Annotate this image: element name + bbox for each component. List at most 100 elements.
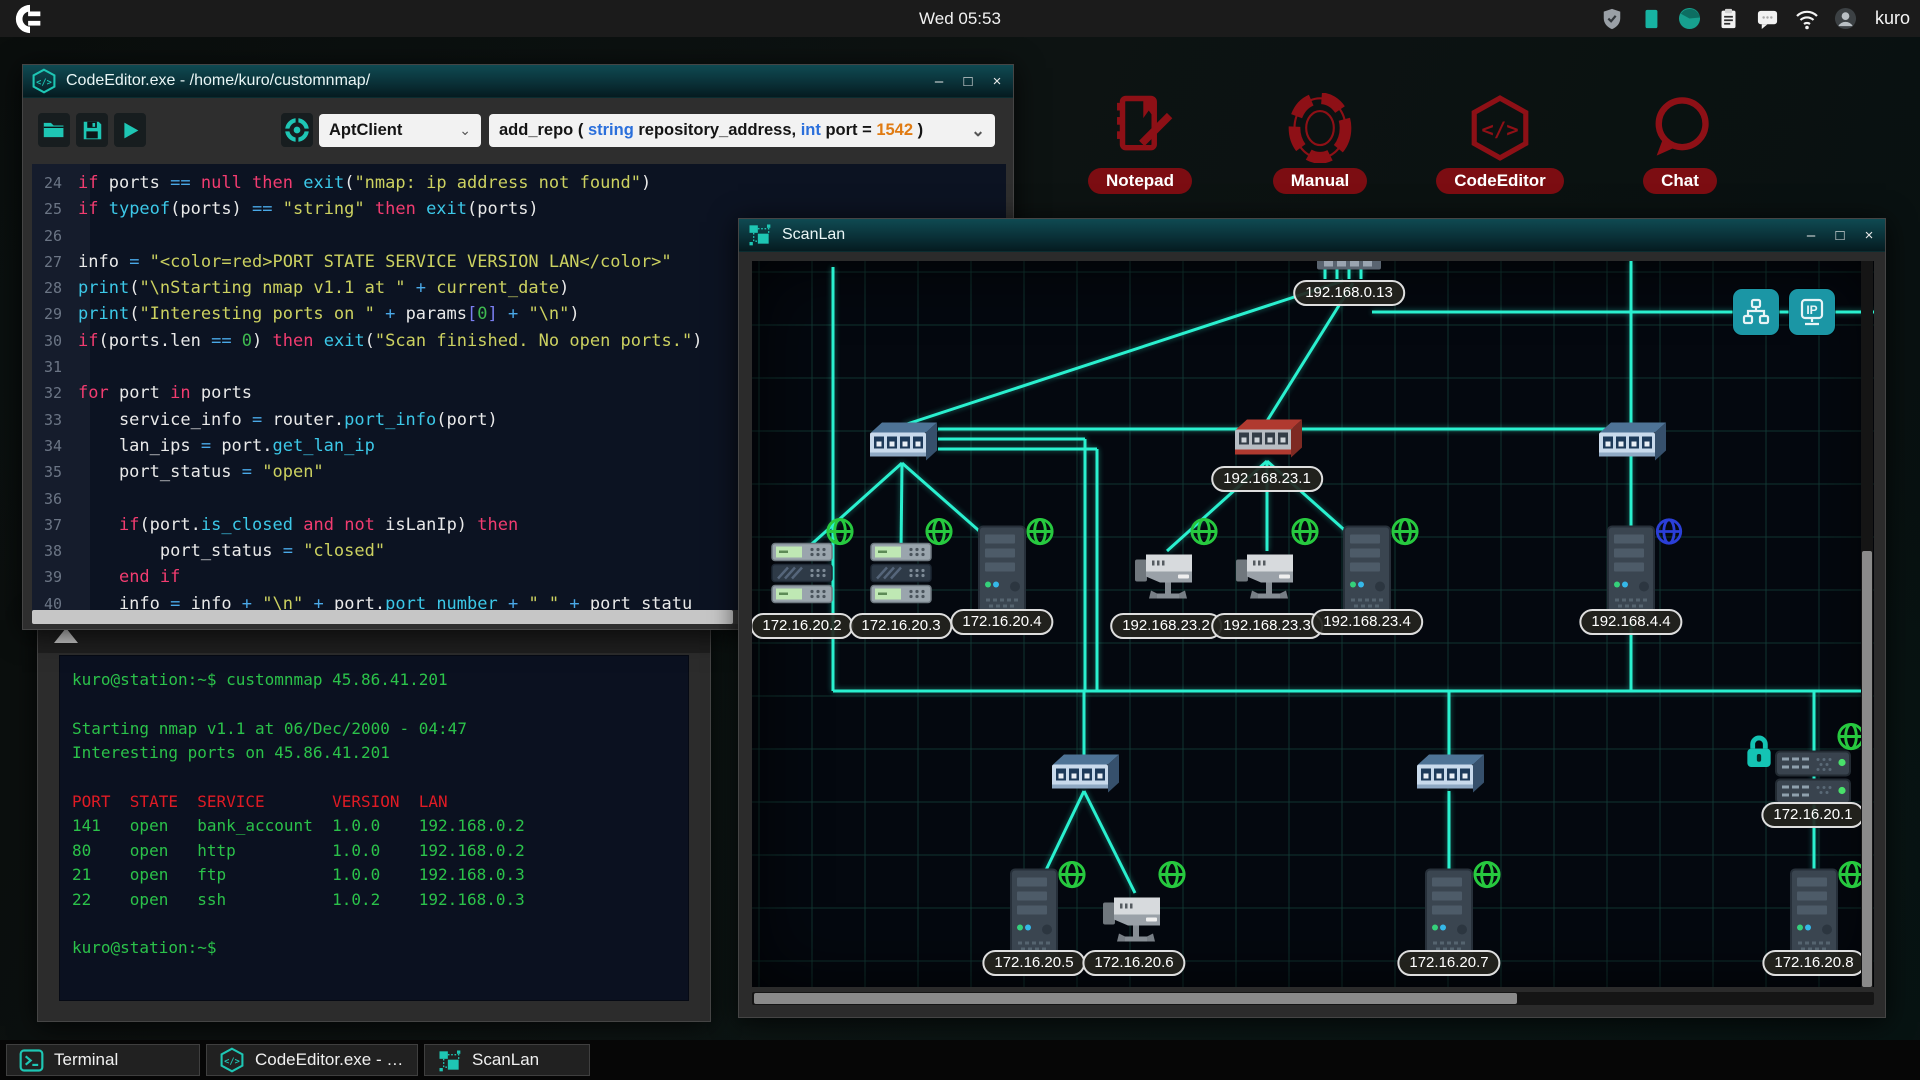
map-horizontal-scrollbar[interactable] — [752, 992, 1874, 1005]
node-ip-label: 172.16.20.1 — [1761, 802, 1864, 828]
wifi-icon[interactable] — [1795, 7, 1819, 31]
open-file-button[interactable] — [38, 113, 70, 147]
minimize-button[interactable]: – — [931, 73, 947, 90]
desktop-icon-label: Notepad — [1088, 168, 1192, 194]
internet-globe-icon — [924, 516, 955, 552]
map-node-172.16.20.6[interactable] — [1101, 886, 1167, 953]
minimize-button[interactable]: – — [1803, 227, 1819, 244]
map-node-192.168.23.1[interactable] — [1230, 417, 1304, 466]
node-ip-label: 172.16.20.6 — [1082, 950, 1185, 976]
clipboard-icon[interactable] — [1717, 7, 1741, 31]
editor-window-title: CodeEditor.exe - /home/kuro/customnmap/ — [66, 72, 370, 90]
terminal-output[interactable]: kuro@station:~$ customnmap 45.86.41.201 … — [59, 655, 689, 1001]
scroll-up-arrow[interactable] — [54, 628, 78, 643]
map-node-192.168.23.3[interactable] — [1234, 543, 1300, 610]
run-script-button[interactable] — [114, 113, 146, 147]
terminal-line: kuro@station:~$ — [72, 936, 676, 960]
terminal-line: kuro@station:~$ customnmap 45.86.41.201 — [72, 668, 676, 692]
desktop-icon-notepad[interactable]: Notepad — [1060, 90, 1220, 194]
internet-globe-icon — [1025, 516, 1056, 552]
close-button[interactable]: × — [1861, 227, 1877, 244]
internet-globe-icon — [1654, 517, 1684, 552]
signature-dropdown[interactable]: add_repo ( string repository_address, in… — [489, 114, 995, 147]
network-map[interactable]: 192.168.0.13192.168.23.1172.16.20.2172.1… — [752, 261, 1874, 987]
node-ip-label: 172.16.20.2 — [752, 613, 854, 639]
terminal-line: Interesting ports on 45.86.41.201 — [72, 741, 676, 765]
terminal-window: kuro@station:~$ customnmap 45.86.41.201 … — [37, 616, 711, 1022]
taskbar-item-codeeditor-exe[interactable]: </> CodeEditor.exe - … — [206, 1044, 418, 1076]
terminal-line — [72, 692, 676, 716]
battery-icon[interactable] — [1639, 7, 1663, 31]
save-file-button[interactable] — [76, 113, 108, 147]
taskbar-item-label: Terminal — [54, 1050, 118, 1070]
taskbar-item-terminal[interactable]: Terminal — [6, 1044, 200, 1076]
desktop-icon-label: Manual — [1273, 168, 1368, 194]
library-dropdown[interactable]: AptClient ⌄ — [319, 114, 481, 147]
network-globe-icon[interactable] — [1678, 7, 1702, 31]
desktop-icon-label: Chat — [1643, 168, 1717, 194]
code-line: 24if ports == null then exit("nmap: ip a… — [32, 170, 1006, 196]
map-node-switch[interactable] — [865, 420, 939, 469]
top-status-bar: Wed 05:53 kuro — [0, 0, 1920, 37]
desktop-icon-label: CodeEditor — [1436, 168, 1564, 194]
node-ip-label: 172.16.20.3 — [849, 613, 952, 639]
status-icons: kuro — [1600, 0, 1910, 37]
desktop-icon-codeeditor[interactable]: </> CodeEditor — [1420, 90, 1580, 194]
map-node-switch[interactable] — [1594, 420, 1668, 469]
internet-globe-icon — [1189, 516, 1220, 552]
map-node-switch[interactable] — [1047, 752, 1121, 801]
svg-text:</>: </> — [1481, 117, 1518, 141]
svg-text:</>: </> — [224, 1057, 240, 1067]
maximize-button[interactable]: □ — [1832, 227, 1848, 244]
internet-globe-icon — [1472, 859, 1503, 895]
close-button[interactable]: × — [989, 73, 1005, 90]
map-node-switch[interactable] — [1412, 752, 1486, 801]
svg-text:IP: IP — [1806, 303, 1817, 317]
terminal-line — [72, 766, 676, 790]
node-ip-label: 192.168.23.3 — [1211, 613, 1323, 639]
ip-view-button[interactable]: IP — [1789, 289, 1835, 335]
terminal-line: 22 open ssh 1.0.2 192.168.0.3 — [72, 888, 676, 912]
internet-globe-icon — [825, 516, 856, 552]
terminal-line: 21 open ftp 1.0.0 192.168.0.3 — [72, 863, 676, 887]
node-ip-label: 172.16.20.5 — [982, 950, 1085, 976]
map-vertical-scrollbar[interactable] — [1861, 261, 1873, 987]
desktop-icon-manual[interactable]: Manual — [1240, 90, 1400, 194]
scanlan-window: ScanLan – □ × 192.168.0.13192.168.23.117… — [738, 218, 1886, 1018]
taskbar-item-scanlan[interactable]: ScanLan — [424, 1044, 590, 1076]
scanlan-titlebar[interactable]: ScanLan – □ × — [739, 219, 1885, 252]
manual-icon — [1280, 90, 1360, 166]
desktop-icon-chat[interactable]: Chat — [1600, 90, 1760, 194]
taskbar-item-label: ScanLan — [472, 1050, 539, 1070]
avatar[interactable] — [1834, 7, 1858, 31]
terminal-line: 80 open http 1.0.0 192.168.0.2 — [72, 839, 676, 863]
node-ip-label: 192.168.23.4 — [1311, 609, 1423, 635]
internet-globe-icon — [1390, 516, 1421, 552]
node-ip-label: 192.168.4.4 — [1579, 609, 1682, 635]
terminal-line: 141 open bank_account 1.0.0 192.168.0.2 — [72, 814, 676, 838]
scanlan-window-title: ScanLan — [782, 226, 845, 244]
username: kuro — [1875, 8, 1910, 29]
notepad-icon — [1100, 90, 1180, 166]
chevron-down-icon: ⌄ — [965, 121, 985, 141]
api-library-icon — [281, 113, 313, 147]
terminal-line: PORT STATE SERVICE VERSION LAN — [72, 790, 676, 814]
svg-text:</>: </> — [36, 78, 52, 88]
chat-bubble-icon[interactable] — [1756, 7, 1780, 31]
tree-view-button[interactable] — [1733, 289, 1779, 335]
map-node-192.168.0.13[interactable] — [1317, 261, 1381, 278]
node-ip-label: 192.168.23.2 — [1110, 613, 1222, 639]
net-squares-icon — [437, 1048, 462, 1073]
chat-icon — [1640, 90, 1720, 166]
editor-titlebar[interactable]: </> CodeEditor.exe - /home/kuro/customnm… — [23, 65, 1013, 98]
node-ip-label: 172.16.20.4 — [950, 609, 1053, 635]
shield-check-icon[interactable] — [1600, 7, 1624, 31]
editor-toolbar: AptClient ⌄ add_repo ( string repository… — [23, 99, 1013, 163]
maximize-button[interactable]: □ — [960, 73, 976, 90]
internet-globe-icon — [1290, 516, 1321, 552]
taskbar-item-label: CodeEditor.exe - … — [255, 1050, 403, 1070]
terminal-app-icon — [19, 1048, 44, 1073]
hex-code-icon: </> — [219, 1047, 245, 1073]
node-ip-label: 192.168.0.13 — [1293, 280, 1405, 306]
map-node-192.168.23.2[interactable] — [1133, 543, 1199, 610]
